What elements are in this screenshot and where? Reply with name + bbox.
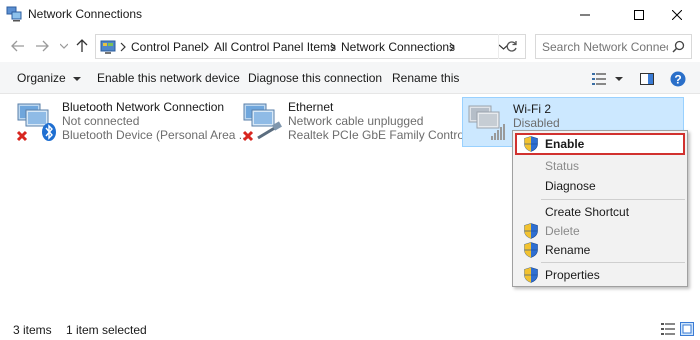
- address-row: Control Panel All Control Panel Items Ne…: [0, 30, 700, 62]
- breadcrumb-control-panel[interactable]: Control Panel: [131, 40, 204, 54]
- search-icon: [672, 40, 685, 53]
- back-button[interactable]: [8, 36, 28, 56]
- chevron-right-icon: [330, 42, 336, 52]
- menu-item-label: Enable: [545, 137, 585, 151]
- connection-name: Wi-Fi 2: [513, 102, 551, 116]
- chevron-right-icon: [203, 42, 209, 52]
- menu-item-properties[interactable]: Properties: [515, 264, 685, 286]
- help-icon: ?: [670, 71, 686, 87]
- up-button[interactable]: [72, 36, 92, 56]
- diagnose-connection-button[interactable]: Diagnose this connection: [248, 71, 382, 85]
- up-arrow-icon: [76, 39, 88, 52]
- connection-name: Bluetooth Network Connection: [62, 100, 225, 114]
- refresh-button[interactable]: [498, 34, 524, 59]
- recent-locations-dropdown[interactable]: [54, 36, 74, 56]
- chevron-right-icon: [120, 42, 126, 52]
- command-bar: Organize Enable this network device Diag…: [0, 62, 700, 94]
- organize-button[interactable]: Organize: [17, 71, 82, 85]
- uac-shield-icon: [524, 242, 538, 258]
- connections-list: Bluetooth Network Connection Not connect…: [0, 94, 700, 316]
- connection-item-ethernet[interactable]: Ethernet Network cable unplugged Realtek…: [238, 96, 480, 144]
- connection-device: Bluetooth Device (Personal Area ...: [62, 128, 249, 142]
- menu-item-label: Rename: [545, 243, 591, 257]
- help-button[interactable]: ?: [669, 70, 687, 88]
- dropdown-arrow-icon: [73, 76, 82, 81]
- menu-item-label: Properties: [545, 268, 600, 282]
- organize-label: Organize: [17, 71, 66, 85]
- details-view-toggle-icon[interactable]: [661, 322, 675, 336]
- dropdown-arrow-icon: [615, 77, 623, 81]
- menu-separator: [541, 199, 685, 200]
- preview-pane-icon: [640, 73, 654, 85]
- menu-item-label: Create Shortcut: [545, 205, 630, 219]
- connection-status: Not connected: [62, 114, 140, 128]
- search-input[interactable]: [542, 39, 668, 55]
- enable-device-button[interactable]: Enable this network device: [97, 71, 240, 85]
- menu-item-enable[interactable]: Enable: [515, 133, 685, 155]
- forward-button[interactable]: [32, 36, 52, 56]
- address-bar[interactable]: Control Panel All Control Panel Items Ne…: [95, 34, 526, 59]
- connection-name: Ethernet: [288, 100, 334, 114]
- wifi-adapter-icon: [468, 105, 505, 140]
- menu-item-label: Delete: [545, 224, 580, 238]
- menu-item-label: Status: [545, 159, 580, 173]
- view-options-dropdown[interactable]: [610, 70, 628, 88]
- menu-item-status[interactable]: Status: [515, 155, 685, 177]
- back-arrow-icon: [11, 40, 24, 52]
- status-bar: 3 items 1 item selected: [0, 316, 700, 340]
- menu-item-label: Diagnose: [545, 179, 596, 193]
- menu-separator: [541, 262, 685, 263]
- change-view-button[interactable]: [590, 70, 608, 88]
- large-icons-view-toggle-icon[interactable]: [680, 322, 694, 336]
- minimize-icon: [580, 14, 590, 16]
- uac-shield-icon: [524, 267, 538, 283]
- uac-shield-icon: [524, 136, 538, 152]
- preview-pane-button[interactable]: [638, 70, 656, 88]
- maximize-icon: [634, 10, 644, 20]
- breadcrumb-network-connections[interactable]: Network Connections: [341, 40, 455, 54]
- connection-device: Realtek PCIe GbE Family Controller: [288, 128, 481, 142]
- network-connections-app-icon: [6, 6, 22, 22]
- selection-count: 1 item selected: [66, 323, 147, 337]
- menu-item-rename[interactable]: Rename: [515, 239, 685, 261]
- close-icon: [672, 10, 682, 20]
- connection-item-bluetooth[interactable]: Bluetooth Network Connection Not connect…: [12, 96, 249, 144]
- connection-status: Disabled: [513, 116, 560, 130]
- menu-item-diagnose[interactable]: Diagnose: [515, 175, 685, 197]
- context-menu: Enable Status Diagnose Create Shortcut D…: [512, 130, 688, 287]
- close-button[interactable]: [654, 0, 700, 30]
- svg-text:?: ?: [674, 73, 681, 87]
- window-title: Network Connections: [28, 7, 143, 21]
- chevron-down-icon: [60, 43, 68, 49]
- bluetooth-adapter-icon: [16, 103, 56, 142]
- item-count: 3 items: [13, 323, 52, 337]
- ethernet-adapter-icon: [242, 103, 282, 142]
- title-bar: Network Connections: [0, 0, 700, 30]
- details-view-icon: [592, 73, 606, 85]
- rename-connection-button[interactable]: Rename this cc: [392, 71, 462, 85]
- refresh-icon: [506, 41, 517, 52]
- uac-shield-icon: [524, 223, 538, 239]
- connection-status: Network cable unplugged: [288, 114, 424, 128]
- search-box[interactable]: [535, 34, 692, 59]
- control-panel-icon: [100, 40, 116, 54]
- chevron-right-icon: [449, 42, 455, 52]
- breadcrumb-all-control-panel-items[interactable]: All Control Panel Items: [214, 40, 336, 54]
- forward-arrow-icon: [36, 40, 49, 52]
- minimize-button[interactable]: [562, 0, 608, 30]
